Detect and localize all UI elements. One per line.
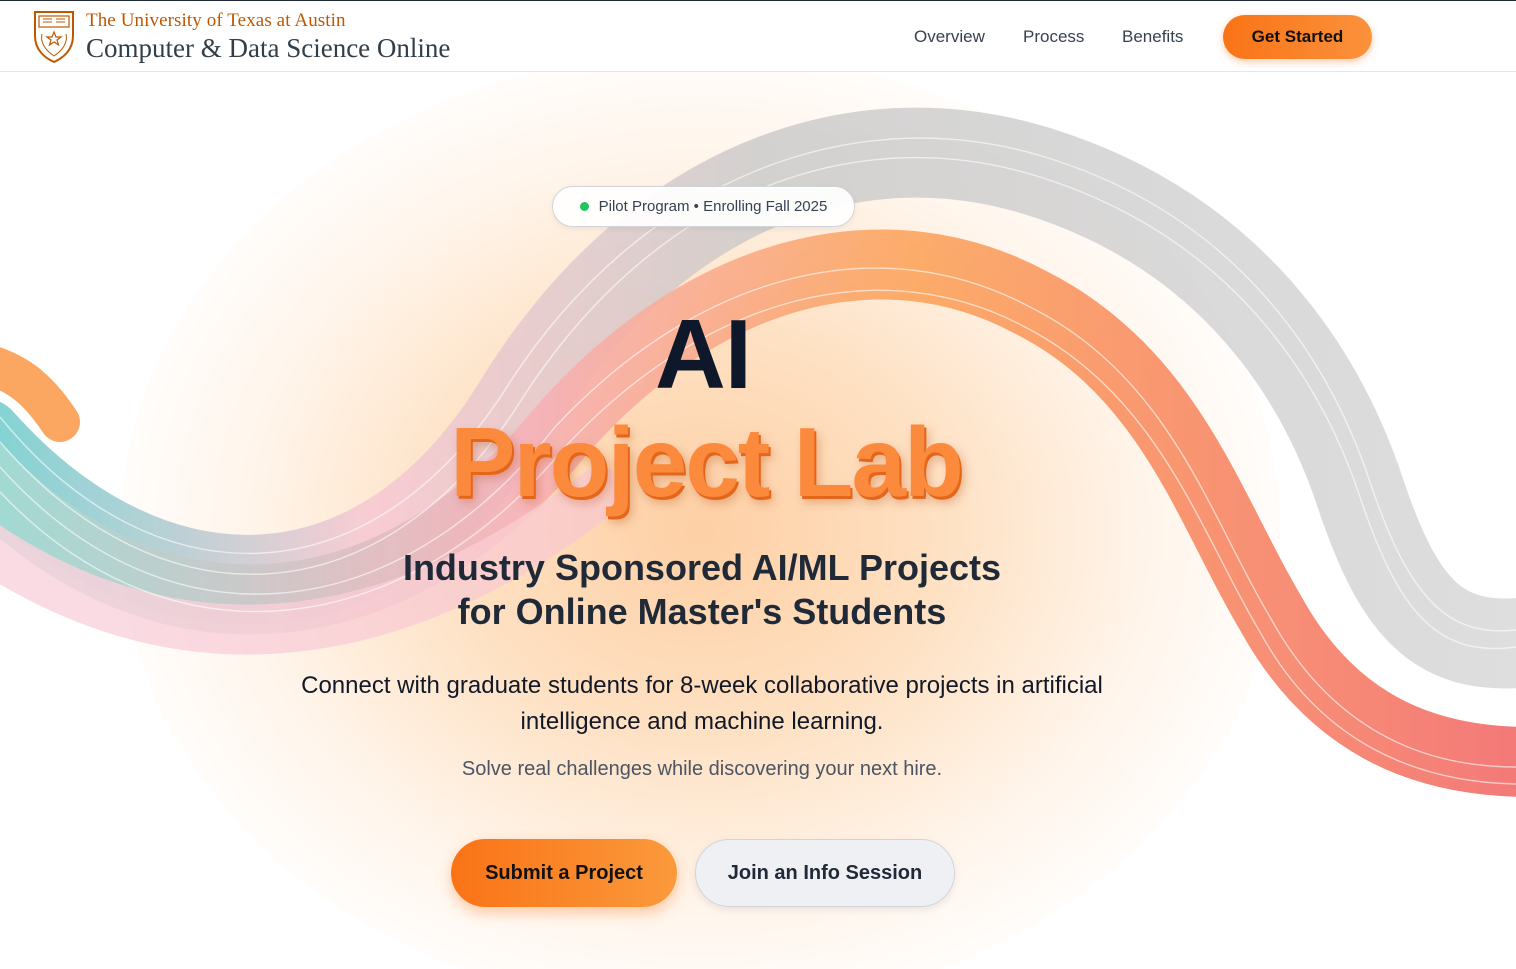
status-badge: Pilot Program • Enrolling Fall 2025	[552, 186, 855, 227]
hero-subtitle-line1: Industry Sponsored AI/ML Projects	[402, 547, 1002, 588]
hero-section: Pilot Program • Enrolling Fall 2025 AI P…	[0, 72, 1516, 969]
submit-project-button[interactable]: Submit a Project	[451, 839, 677, 907]
nav-link-process[interactable]: Process	[1023, 27, 1084, 47]
hero-title-line2: Project Lab	[450, 407, 964, 517]
nav-link-benefits[interactable]: Benefits	[1122, 27, 1183, 47]
hero-subtitle: Industry Sponsored AI/ML Projects for On…	[0, 546, 1404, 634]
top-navigation-bar: The University of Texas at Austin Comput…	[0, 0, 1516, 72]
hero-title-line1: AI	[655, 299, 752, 409]
get-started-button[interactable]: Get Started	[1223, 15, 1372, 59]
hero-tagline: Solve real challenges while discovering …	[461, 758, 943, 780]
status-badge-text: Pilot Program • Enrolling Fall 2025	[598, 198, 828, 215]
status-dot-icon	[579, 202, 589, 211]
main-nav: Overview Process Benefits Get Started	[0, 15, 1516, 59]
hero-description: Connect with graduate students for 8-wee…	[301, 672, 1103, 735]
nav-link-overview[interactable]: Overview	[914, 27, 985, 47]
hero-subtitle-line2: for Online Master's Students	[457, 591, 947, 632]
join-info-session-button[interactable]: Join an Info Session	[695, 839, 955, 907]
